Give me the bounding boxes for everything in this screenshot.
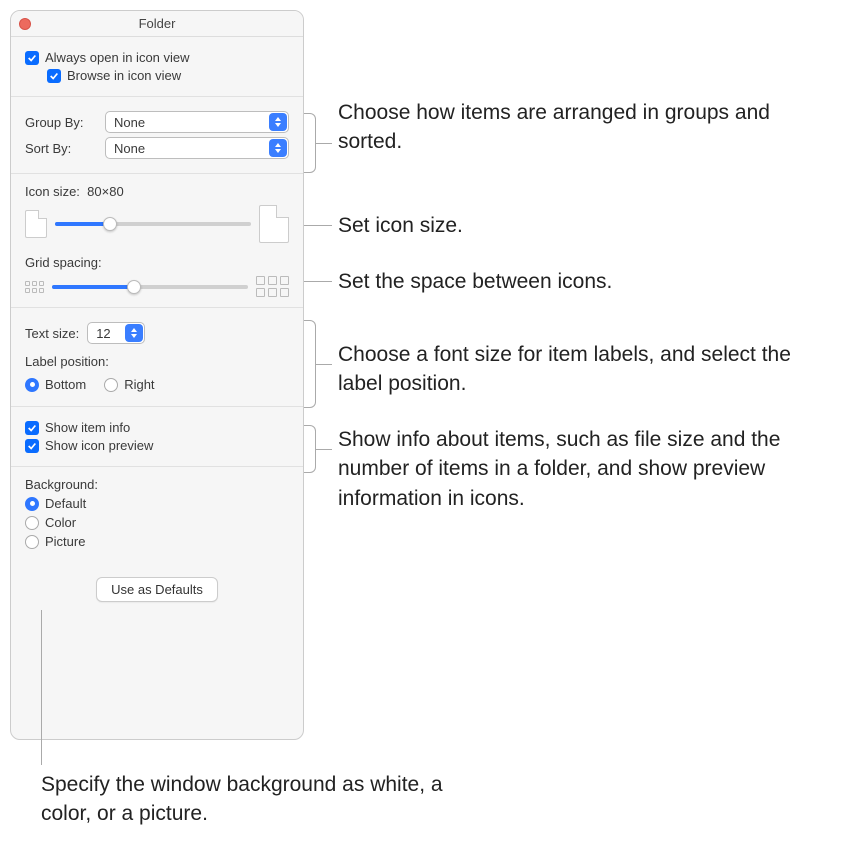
grid-spacing-label: Grid spacing: [25, 255, 289, 270]
callout-info: Show info about items, such as file size… [338, 425, 833, 513]
group-by-select[interactable]: None [105, 111, 289, 133]
window-title: Folder [139, 16, 176, 31]
radio-unchecked-icon [104, 378, 118, 392]
browse-icon-label: Browse in icon view [67, 68, 181, 83]
section-view-mode: Always open in icon view Browse in icon … [11, 37, 303, 97]
titlebar: Folder [11, 11, 303, 37]
slider-thumb[interactable] [103, 217, 117, 231]
section-grouping: Group By: None Sort By: None [11, 97, 303, 174]
callout-leader [316, 143, 332, 144]
radio-checked-icon [25, 378, 39, 392]
callout-leader [304, 281, 332, 282]
defaults-row: Use as Defaults [11, 563, 303, 622]
sort-by-label: Sort By: [25, 141, 95, 156]
icon-size-label: Icon size: 80×80 [25, 184, 289, 199]
slider-fill [55, 222, 110, 226]
checkbox-checked-icon [25, 421, 39, 435]
slider-fill [52, 285, 134, 289]
file-large-icon [259, 205, 289, 243]
callout-grid-spacing: Set the space between icons. [338, 267, 612, 296]
label-position-label: Label position: [25, 354, 289, 369]
grid-tight-icon [25, 281, 44, 293]
text-size-select[interactable]: 12 [87, 322, 145, 344]
section-background: Background: Default Color Picture [11, 467, 303, 563]
callout-leader [316, 364, 332, 365]
callout-grouping: Choose how items are arranged in groups … [338, 98, 818, 157]
sort-by-select[interactable]: None [105, 137, 289, 159]
text-size-label: Text size: [25, 326, 79, 341]
section-sizes: Icon size: 80×80 Grid spacing: [11, 174, 303, 308]
select-stepper-icon [125, 324, 143, 342]
show-icon-preview-row[interactable]: Show icon preview [25, 438, 289, 453]
group-by-value: None [114, 115, 145, 130]
radio-checked-icon [25, 497, 39, 511]
file-small-icon [25, 210, 47, 238]
select-stepper-icon [269, 113, 287, 131]
section-text: Text size: 12 Label position: Bottom Rig… [11, 308, 303, 407]
sort-by-value: None [114, 141, 145, 156]
checkbox-checked-icon [25, 439, 39, 453]
background-default[interactable]: Default [25, 496, 289, 511]
close-window-button[interactable] [19, 18, 31, 30]
text-size-value: 12 [96, 326, 110, 341]
select-stepper-icon [269, 139, 287, 157]
background-label: Background: [25, 477, 289, 492]
view-options-panel: Folder Always open in icon view Browse i… [10, 10, 304, 740]
grid-loose-icon [256, 276, 289, 297]
callout-icon-size: Set icon size. [338, 211, 463, 240]
radio-unchecked-icon [25, 516, 39, 530]
always-open-icon-label: Always open in icon view [45, 50, 190, 65]
callout-bracket [304, 113, 316, 173]
use-as-defaults-button[interactable]: Use as Defaults [96, 577, 218, 602]
callout-bracket [304, 320, 316, 408]
radio-unchecked-icon [25, 535, 39, 549]
always-open-icon-row[interactable]: Always open in icon view [25, 50, 289, 65]
callout-leader [316, 449, 332, 450]
browse-icon-row[interactable]: Browse in icon view [47, 68, 289, 83]
callout-bracket [304, 425, 316, 473]
background-picture[interactable]: Picture [25, 534, 289, 549]
group-by-label: Group By: [25, 115, 95, 130]
callout-leader [304, 225, 332, 226]
label-position-bottom[interactable]: Bottom [25, 377, 86, 392]
slider-thumb[interactable] [127, 280, 141, 294]
label-position-right[interactable]: Right [104, 377, 154, 392]
section-info: Show item info Show icon preview [11, 407, 303, 467]
show-item-info-row[interactable]: Show item info [25, 420, 289, 435]
checkbox-checked-icon [25, 51, 39, 65]
callout-text: Choose a font size for item labels, and … [338, 340, 818, 399]
callout-background: Specify the window background as white, … [41, 770, 481, 829]
grid-spacing-slider[interactable] [52, 285, 248, 289]
background-color[interactable]: Color [25, 515, 289, 530]
callout-leader [41, 610, 42, 765]
checkbox-checked-icon [47, 69, 61, 83]
icon-size-slider[interactable] [55, 222, 251, 226]
